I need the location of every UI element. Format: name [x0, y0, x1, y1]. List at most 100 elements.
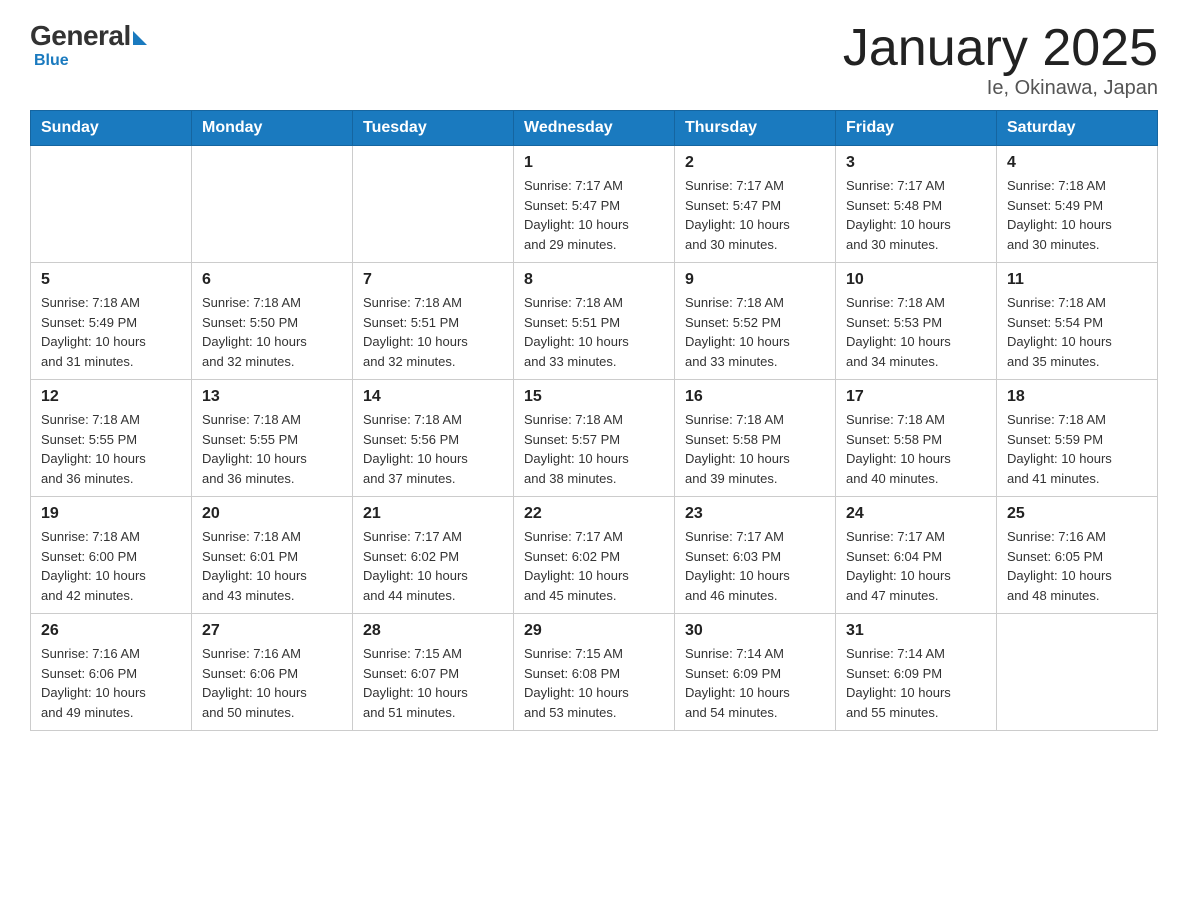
day-info: Sunrise: 7:18 AMSunset: 5:59 PMDaylight:…	[1007, 410, 1147, 488]
day-number: 25	[1007, 505, 1147, 523]
day-number: 31	[846, 622, 986, 640]
day-number: 22	[524, 505, 664, 523]
day-number: 24	[846, 505, 986, 523]
logo-arrow-icon	[133, 31, 147, 45]
day-number: 2	[685, 154, 825, 172]
calendar-cell	[31, 146, 192, 263]
calendar-cell: 6 Sunrise: 7:18 AMSunset: 5:50 PMDaylight…	[192, 263, 353, 380]
day-info: Sunrise: 7:18 AMSunset: 5:49 PMDaylight:…	[1007, 176, 1147, 254]
day-info: Sunrise: 7:18 AMSunset: 5:57 PMDaylight:…	[524, 410, 664, 488]
day-info: Sunrise: 7:18 AMSunset: 5:51 PMDaylight:…	[524, 293, 664, 371]
calendar-cell: 24 Sunrise: 7:17 AMSunset: 6:04 PMDayligh…	[836, 497, 997, 614]
logo-blue-text: Blue	[34, 52, 69, 70]
day-number: 23	[685, 505, 825, 523]
day-number: 29	[524, 622, 664, 640]
day-info: Sunrise: 7:16 AMSunset: 6:06 PMDaylight:…	[41, 644, 181, 722]
calendar-header-row: SundayMondayTuesdayWednesdayThursdayFrid…	[31, 111, 1158, 146]
day-info: Sunrise: 7:18 AMSunset: 6:00 PMDaylight:…	[41, 527, 181, 605]
day-number: 26	[41, 622, 181, 640]
day-number: 7	[363, 271, 503, 289]
weekday-header-wednesday: Wednesday	[514, 111, 675, 146]
day-number: 9	[685, 271, 825, 289]
day-info: Sunrise: 7:18 AMSunset: 5:55 PMDaylight:…	[202, 410, 342, 488]
day-info: Sunrise: 7:18 AMSunset: 5:50 PMDaylight:…	[202, 293, 342, 371]
day-info: Sunrise: 7:18 AMSunset: 5:58 PMDaylight:…	[685, 410, 825, 488]
calendar-cell: 19 Sunrise: 7:18 AMSunset: 6:00 PMDayligh…	[31, 497, 192, 614]
day-info: Sunrise: 7:17 AMSunset: 6:03 PMDaylight:…	[685, 527, 825, 605]
calendar-cell: 16 Sunrise: 7:18 AMSunset: 5:58 PMDayligh…	[675, 380, 836, 497]
calendar-week-5: 26 Sunrise: 7:16 AMSunset: 6:06 PMDayligh…	[31, 614, 1158, 731]
day-number: 1	[524, 154, 664, 172]
day-number: 27	[202, 622, 342, 640]
calendar-week-4: 19 Sunrise: 7:18 AMSunset: 6:00 PMDayligh…	[31, 497, 1158, 614]
weekday-header-saturday: Saturday	[997, 111, 1158, 146]
day-info: Sunrise: 7:18 AMSunset: 5:53 PMDaylight:…	[846, 293, 986, 371]
calendar-cell	[997, 614, 1158, 731]
title-block: January 2025 Ie, Okinawa, Japan	[843, 20, 1158, 100]
logo: General Blue	[30, 20, 147, 70]
day-info: Sunrise: 7:18 AMSunset: 5:56 PMDaylight:…	[363, 410, 503, 488]
day-number: 18	[1007, 388, 1147, 406]
weekday-header-friday: Friday	[836, 111, 997, 146]
day-number: 5	[41, 271, 181, 289]
calendar-cell: 31 Sunrise: 7:14 AMSunset: 6:09 PMDayligh…	[836, 614, 997, 731]
calendar-cell: 2 Sunrise: 7:17 AMSunset: 5:47 PMDaylight…	[675, 146, 836, 263]
calendar-cell: 3Sunrise: 7:17 AMSunset: 5:48 PMDaylight…	[836, 146, 997, 263]
calendar-week-1: 1 Sunrise: 7:17 AMSunset: 5:47 PMDaylight…	[31, 146, 1158, 263]
day-info: Sunrise: 7:17 AMSunset: 6:02 PMDaylight:…	[363, 527, 503, 605]
day-number: 16	[685, 388, 825, 406]
day-info: Sunrise: 7:14 AMSunset: 6:09 PMDaylight:…	[846, 644, 986, 722]
calendar-cell	[192, 146, 353, 263]
page-header: General Blue January 2025 Ie, Okinawa, J…	[30, 20, 1158, 100]
day-number: 6	[202, 271, 342, 289]
day-info: Sunrise: 7:17 AMSunset: 5:47 PMDaylight:…	[685, 176, 825, 254]
calendar-cell: 13 Sunrise: 7:18 AMSunset: 5:55 PMDayligh…	[192, 380, 353, 497]
day-number: 10	[846, 271, 986, 289]
logo-top: General	[30, 20, 147, 52]
logo-general-text: General	[30, 20, 131, 52]
day-info: Sunrise: 7:18 AMSunset: 5:51 PMDaylight:…	[363, 293, 503, 371]
day-number: 21	[363, 505, 503, 523]
weekday-header-monday: Monday	[192, 111, 353, 146]
day-info: Sunrise: 7:17 AMSunset: 6:04 PMDaylight:…	[846, 527, 986, 605]
day-number: 19	[41, 505, 181, 523]
calendar-cell	[353, 146, 514, 263]
day-info: Sunrise: 7:18 AMSunset: 6:01 PMDaylight:…	[202, 527, 342, 605]
day-number: 30	[685, 622, 825, 640]
page-title: January 2025	[843, 20, 1158, 77]
day-info: Sunrise: 7:18 AMSunset: 5:52 PMDaylight:…	[685, 293, 825, 371]
day-number: 8	[524, 271, 664, 289]
day-info: Sunrise: 7:18 AMSunset: 5:58 PMDaylight:…	[846, 410, 986, 488]
calendar-cell: 14 Sunrise: 7:18 AMSunset: 5:56 PMDayligh…	[353, 380, 514, 497]
day-number: 12	[41, 388, 181, 406]
day-number: 13	[202, 388, 342, 406]
calendar-week-3: 12 Sunrise: 7:18 AMSunset: 5:55 PMDayligh…	[31, 380, 1158, 497]
calendar-cell: 25 Sunrise: 7:16 AMSunset: 6:05 PMDayligh…	[997, 497, 1158, 614]
calendar-cell: 27 Sunrise: 7:16 AMSunset: 6:06 PMDayligh…	[192, 614, 353, 731]
calendar-table: SundayMondayTuesdayWednesdayThursdayFrid…	[30, 110, 1158, 731]
day-number: 15	[524, 388, 664, 406]
day-info: Sunrise: 7:18 AMSunset: 5:55 PMDaylight:…	[41, 410, 181, 488]
day-number: 14	[363, 388, 503, 406]
calendar-cell: 20 Sunrise: 7:18 AMSunset: 6:01 PMDayligh…	[192, 497, 353, 614]
day-info: Sunrise: 7:16 AMSunset: 6:06 PMDaylight:…	[202, 644, 342, 722]
calendar-cell: 23 Sunrise: 7:17 AMSunset: 6:03 PMDayligh…	[675, 497, 836, 614]
calendar-cell: 5 Sunrise: 7:18 AMSunset: 5:49 PMDaylight…	[31, 263, 192, 380]
weekday-header-sunday: Sunday	[31, 111, 192, 146]
day-info: Sunrise: 7:18 AMSunset: 5:49 PMDaylight:…	[41, 293, 181, 371]
day-number: 20	[202, 505, 342, 523]
calendar-cell: 29Sunrise: 7:15 AMSunset: 6:08 PMDayligh…	[514, 614, 675, 731]
day-info: Sunrise: 7:15 AMSunset: 6:07 PMDaylight:…	[363, 644, 503, 722]
calendar-cell: 4Sunrise: 7:18 AMSunset: 5:49 PMDaylight…	[997, 146, 1158, 263]
weekday-header-thursday: Thursday	[675, 111, 836, 146]
day-number: 17	[846, 388, 986, 406]
day-info: Sunrise: 7:16 AMSunset: 6:05 PMDaylight:…	[1007, 527, 1147, 605]
day-info: Sunrise: 7:18 AMSunset: 5:54 PMDaylight:…	[1007, 293, 1147, 371]
calendar-cell: 22Sunrise: 7:17 AMSunset: 6:02 PMDayligh…	[514, 497, 675, 614]
calendar-cell: 30Sunrise: 7:14 AMSunset: 6:09 PMDayligh…	[675, 614, 836, 731]
day-info: Sunrise: 7:17 AMSunset: 5:48 PMDaylight:…	[846, 176, 986, 254]
weekday-header-tuesday: Tuesday	[353, 111, 514, 146]
day-number: 28	[363, 622, 503, 640]
calendar-week-2: 5 Sunrise: 7:18 AMSunset: 5:49 PMDaylight…	[31, 263, 1158, 380]
calendar-cell: 17 Sunrise: 7:18 AMSunset: 5:58 PMDayligh…	[836, 380, 997, 497]
